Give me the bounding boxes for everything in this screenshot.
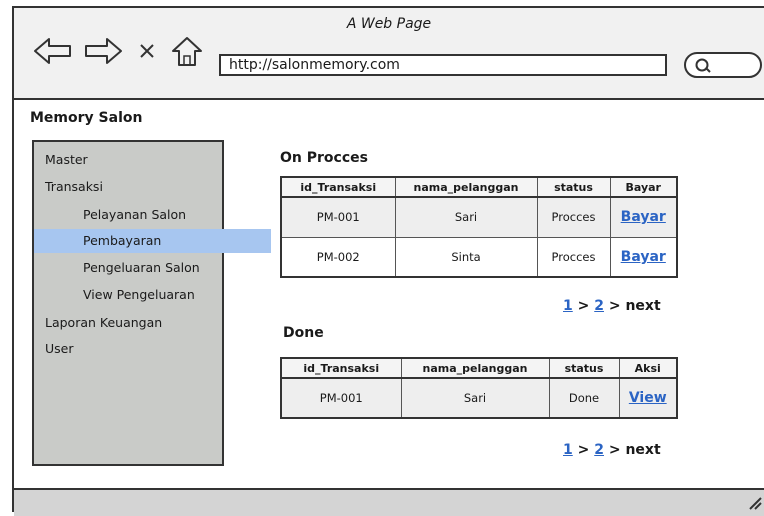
bayar-link[interactable]: Bayar bbox=[621, 249, 666, 265]
table-header-row: id_Transaksi nama_pelanggan status Bayar bbox=[280, 176, 678, 198]
table-header-row: id_Transaksi nama_pelanggan status Aksi bbox=[280, 357, 678, 379]
sidebar-item-pembayaran[interactable]: Pembayaran bbox=[34, 229, 271, 253]
pager-separator: > bbox=[608, 298, 621, 314]
done-table: id_Transaksi nama_pelanggan status Aksi … bbox=[280, 357, 678, 419]
browser-toolbar: A Web Page http://salonmemory.com bbox=[14, 8, 764, 100]
cell-name: Sinta bbox=[394, 236, 538, 278]
table-row: PM-001 Sari Done View bbox=[280, 377, 678, 419]
browser-search-field[interactable] bbox=[684, 52, 762, 78]
sidebar-menu: Master Transaksi Pelayanan Salon Pembaya… bbox=[32, 140, 271, 466]
column-header: nama_pelanggan bbox=[400, 357, 550, 379]
stop-icon[interactable] bbox=[138, 42, 156, 60]
column-header: Aksi bbox=[618, 357, 678, 379]
sidebar-item-pengeluaran-salon[interactable]: Pengeluaran Salon bbox=[34, 256, 271, 280]
sidebar-item-user[interactable]: User bbox=[34, 337, 233, 361]
bayar-cell: Bayar bbox=[609, 236, 678, 278]
cell-id: PM-001 bbox=[280, 377, 402, 419]
sidebar-item-transaksi[interactable]: Transaksi bbox=[34, 175, 233, 199]
sidebar-item-view-pengeluaran[interactable]: View Pengeluaran bbox=[34, 283, 271, 307]
search-icon bbox=[695, 58, 711, 73]
done-pagination: 1 > 2 > next bbox=[563, 442, 661, 458]
cell-status: Procces bbox=[536, 196, 611, 238]
bayar-cell: Bayar bbox=[609, 196, 678, 238]
page-2-link[interactable]: 2 bbox=[594, 442, 604, 458]
resize-grip-icon[interactable] bbox=[748, 496, 762, 510]
column-header: id_Transaksi bbox=[280, 176, 396, 198]
cell-status: Procces bbox=[536, 236, 611, 278]
column-header: nama_pelanggan bbox=[394, 176, 538, 198]
next-page-link[interactable]: next bbox=[625, 442, 660, 458]
page-2-link[interactable]: 2 bbox=[594, 298, 604, 314]
pager-separator: > bbox=[577, 298, 590, 314]
page-1-link[interactable]: 1 bbox=[563, 298, 573, 314]
cell-status: Done bbox=[548, 377, 620, 419]
back-arrow-icon[interactable] bbox=[32, 36, 74, 66]
page-1-link[interactable]: 1 bbox=[563, 442, 573, 458]
pager-separator: > bbox=[608, 442, 621, 458]
home-icon[interactable] bbox=[170, 34, 204, 68]
sidebar-item-master[interactable]: Master bbox=[34, 148, 233, 172]
view-cell: View bbox=[618, 377, 678, 419]
window-title: A Web Page bbox=[346, 16, 432, 32]
on-process-pagination: 1 > 2 > next bbox=[563, 298, 661, 314]
cell-id: PM-001 bbox=[280, 196, 396, 238]
pager-separator: > bbox=[577, 442, 590, 458]
view-link[interactable]: View bbox=[629, 390, 667, 406]
table-row: PM-002 Sinta Procces Bayar bbox=[280, 236, 678, 278]
sidebar-item-pelayanan-salon[interactable]: Pelayanan Salon bbox=[34, 203, 271, 227]
cell-name: Sari bbox=[394, 196, 538, 238]
column-header: id_Transaksi bbox=[280, 357, 402, 379]
forward-arrow-icon[interactable] bbox=[82, 36, 124, 66]
table-row: PM-001 Sari Procces Bayar bbox=[280, 196, 678, 238]
cell-name: Sari bbox=[400, 377, 550, 419]
bayar-link[interactable]: Bayar bbox=[621, 209, 666, 225]
on-process-table: id_Transaksi nama_pelanggan status Bayar… bbox=[280, 176, 678, 278]
column-header: status bbox=[536, 176, 611, 198]
cell-id: PM-002 bbox=[280, 236, 396, 278]
column-header: status bbox=[548, 357, 620, 379]
column-header: Bayar bbox=[609, 176, 678, 198]
app-title: Memory Salon bbox=[30, 110, 143, 126]
on-process-title: On Procces bbox=[280, 150, 368, 166]
address-bar[interactable]: http://salonmemory.com bbox=[219, 54, 667, 76]
done-title: Done bbox=[283, 325, 324, 341]
next-page-link[interactable]: next bbox=[625, 298, 660, 314]
sidebar-item-laporan-keuangan[interactable]: Laporan Keuangan bbox=[34, 311, 233, 335]
